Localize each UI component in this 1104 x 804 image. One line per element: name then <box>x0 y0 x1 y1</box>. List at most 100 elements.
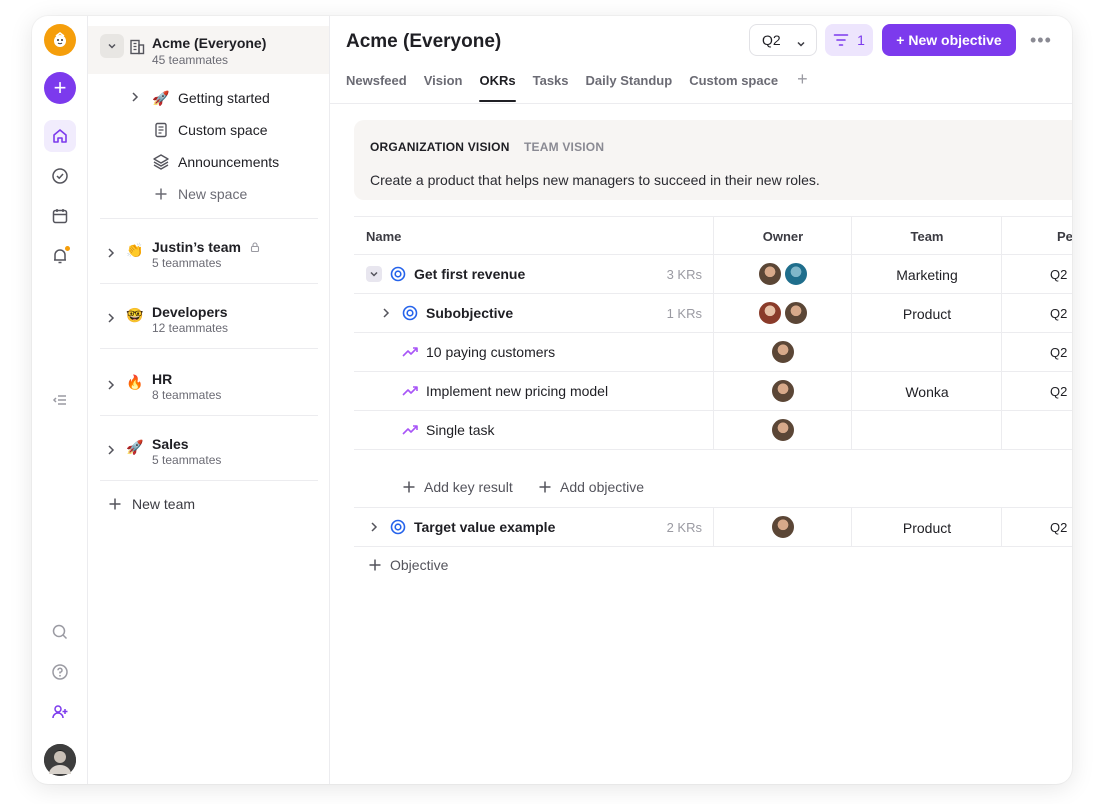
row-name-text: Get first revenue <box>414 266 526 282</box>
owner-avatars[interactable] <box>714 379 852 403</box>
team-justins[interactable]: 👏 Justin’s team 5 teammates <box>88 234 329 282</box>
chevron-right-icon[interactable] <box>106 443 116 461</box>
objective-name[interactable]: Subobjective <box>378 305 513 321</box>
add-user-icon[interactable] <box>44 696 76 728</box>
key-result-name[interactable]: Implement new pricing model <box>402 383 608 399</box>
avatar <box>771 418 795 442</box>
layers-icon <box>152 153 170 171</box>
check-circle-icon[interactable] <box>44 160 76 192</box>
team-sales[interactable]: 🚀 Sales 5 teammates <box>88 431 329 479</box>
column-header-period[interactable]: Pe <box>1057 229 1072 244</box>
space-label: Getting started <box>178 90 270 106</box>
collapse-sidebar-icon[interactable] <box>44 384 76 416</box>
rocket-icon: 🚀 <box>152 89 170 106</box>
row-name-text: 10 paying customers <box>426 344 556 360</box>
left-rail: + <box>32 16 88 784</box>
add-objective-label: Add objective <box>560 479 645 495</box>
add-objective-button[interactable]: Add objective <box>538 479 644 495</box>
space-label: Announcements <box>178 154 280 170</box>
space-custom[interactable]: Custom space <box>152 118 267 142</box>
team-subtitle: 12 teammates <box>152 321 229 335</box>
plus-icon[interactable]: + <box>44 72 76 104</box>
tab-team-vision[interactable]: TEAM VISION <box>524 140 604 154</box>
workspace-title: Acme (Everyone) <box>152 35 267 51</box>
row-name-text: Subobjective <box>426 305 514 321</box>
add-key-result-button[interactable]: Add key result <box>402 479 513 495</box>
target-icon <box>402 305 418 321</box>
home-icon[interactable] <box>44 120 76 152</box>
vision-panel: ORGANIZATION VISION TEAM VISION Create a… <box>354 120 1072 200</box>
plus-icon <box>109 498 121 510</box>
column-header-name[interactable]: Name <box>366 229 401 244</box>
chevron-down-icon[interactable] <box>100 34 124 58</box>
add-tab-icon[interactable]: + <box>797 69 808 104</box>
chevron-right-icon[interactable] <box>106 378 116 396</box>
help-icon[interactable] <box>44 656 76 688</box>
key-result-name[interactable]: 10 paying customers <box>402 344 555 360</box>
user-avatar[interactable] <box>44 744 76 776</box>
logo-icon[interactable] <box>44 24 76 56</box>
column-header-owner[interactable]: Owner <box>714 229 852 244</box>
filter-icon <box>833 34 849 46</box>
tab-tasks[interactable]: Tasks <box>533 72 569 104</box>
kr-count: 3 KRs <box>666 267 702 282</box>
divider <box>100 348 318 349</box>
chevron-right-icon[interactable] <box>366 519 382 535</box>
table-row[interactable]: Implement new pricing model Wonka Q2 <box>354 372 1072 411</box>
objective-name[interactable]: Get first revenue <box>366 266 525 282</box>
team-hr[interactable]: 🔥 HR 8 teammates <box>88 366 329 414</box>
tab-organization-vision[interactable]: ORGANIZATION VISION <box>370 140 510 154</box>
chevron-down-icon[interactable] <box>366 266 382 282</box>
objective-name[interactable]: Target value example <box>366 519 555 535</box>
add-key-result-label: Add key result <box>424 479 513 495</box>
space-getting-started[interactable]: 🚀 Getting started <box>132 86 270 110</box>
period-value: Q2 <box>1050 345 1068 360</box>
tab-custom-space[interactable]: Custom space <box>689 72 778 104</box>
owner-avatars[interactable] <box>714 418 852 442</box>
owner-avatars[interactable] <box>714 301 852 325</box>
tab-okrs[interactable]: OKRs <box>479 72 516 104</box>
building-icon <box>128 38 146 61</box>
rocket-icon: 🚀 <box>126 439 144 455</box>
filter-button[interactable]: 1 <box>825 24 873 56</box>
workspace-header[interactable]: Acme (Everyone) 45 teammates <box>88 26 329 74</box>
plus-icon <box>369 559 381 571</box>
owner-avatars[interactable] <box>714 515 852 539</box>
notification-dot <box>64 245 71 252</box>
space-announcements[interactable]: Announcements <box>152 150 279 174</box>
chevron-right-icon[interactable] <box>378 305 394 321</box>
key-result-name[interactable]: Single task <box>402 422 494 438</box>
owner-avatars[interactable] <box>714 340 852 364</box>
trend-up-icon <box>402 346 418 358</box>
search-icon[interactable] <box>44 616 76 648</box>
table-row[interactable]: 10 paying customers Q2 <box>354 333 1072 372</box>
tab-newsfeed[interactable]: Newsfeed <box>346 72 407 104</box>
table-header: Name Owner Team Pe <box>354 216 1072 256</box>
table-row[interactable]: Get first revenue 3 KRs Marketing Q2 <box>354 255 1072 294</box>
space-label: Custom space <box>178 122 268 138</box>
team-name: Sales <box>152 436 189 452</box>
bell-icon[interactable] <box>44 240 76 272</box>
chevron-right-icon[interactable] <box>106 311 116 329</box>
calendar-icon[interactable] <box>44 200 76 232</box>
new-space-button[interactable]: New space <box>152 182 247 206</box>
trend-up-icon <box>402 424 418 436</box>
column-header-team[interactable]: Team <box>852 229 1002 244</box>
more-options-icon[interactable]: ••• <box>1030 30 1052 51</box>
new-team-button[interactable]: New team <box>108 496 195 512</box>
add-row: Add key result Add objective <box>354 467 1072 508</box>
owner-avatars[interactable] <box>714 262 852 286</box>
table-row[interactable]: Subobjective 1 KRs Product Q2 <box>354 294 1072 333</box>
table-row[interactable]: Target value example 2 KRs Product Q2 <box>354 508 1072 547</box>
new-objective-button[interactable]: + New objective <box>882 24 1016 56</box>
tab-vision[interactable]: Vision <box>424 72 463 104</box>
chevron-right-icon[interactable] <box>130 90 140 106</box>
chevron-right-icon[interactable] <box>106 246 116 264</box>
team-developers[interactable]: 🤓 Developers 12 teammates <box>88 299 329 347</box>
team-value: Marketing <box>896 267 958 283</box>
vision-text: Create a product that helps new managers… <box>370 172 820 188</box>
table-row[interactable]: Single task <box>354 411 1072 450</box>
tab-daily-standup[interactable]: Daily Standup <box>586 72 673 104</box>
quarter-select[interactable]: Q2 <box>749 24 817 56</box>
add-objective-footer-button[interactable]: Objective <box>368 557 448 573</box>
